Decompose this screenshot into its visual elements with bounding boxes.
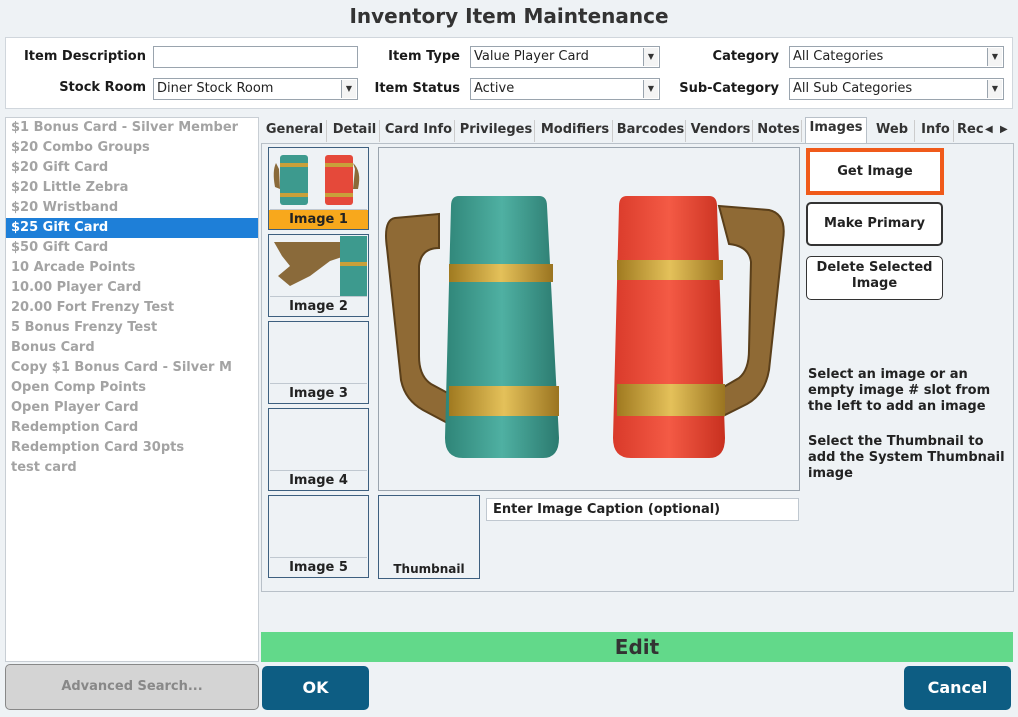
mug-pair-image <box>385 196 785 458</box>
image-slot-5-preview <box>270 497 367 558</box>
caption-input[interactable]: Enter Image Caption (optional) <box>486 498 799 521</box>
sub-category-value: All Sub Categories <box>793 81 913 96</box>
delete-selected-line-2: Image <box>851 276 898 291</box>
tab-bar: General Detail Card Info Privileges Modi… <box>263 117 1015 143</box>
tab-modifiers[interactable]: Modifiers <box>538 120 613 142</box>
list-item[interactable]: Open Comp Points <box>6 378 258 398</box>
image-slot-3-preview <box>270 323 367 384</box>
tab-vendors[interactable]: Vendors <box>689 120 753 142</box>
tab-detail[interactable]: Detail <box>330 120 380 142</box>
item-description-label: Item Description <box>23 49 146 64</box>
list-item[interactable]: Bonus Card <box>6 338 258 358</box>
list-item[interactable]: Redemption Card <box>6 418 258 438</box>
sub-category-label: Sub-Category <box>679 81 779 96</box>
item-status-label: Item Status <box>374 81 461 96</box>
list-item[interactable]: $1 Bonus Card - Silver Member <box>6 118 258 138</box>
image-slot-5[interactable]: Image 5 <box>268 495 369 578</box>
chevron-down-icon[interactable]: ▼ <box>341 80 356 98</box>
item-type-select[interactable]: Value Player Card ▼ <box>470 46 660 68</box>
item-status-value: Active <box>474 81 515 96</box>
tab-web[interactable]: Web <box>870 120 915 142</box>
chevron-down-icon[interactable]: ▼ <box>643 48 658 66</box>
page-title: Inventory Item Maintenance <box>349 4 669 28</box>
stock-room-select[interactable]: Diner Stock Room ▼ <box>153 78 358 100</box>
list-item[interactable]: Copy $1 Bonus Card - Silver M <box>6 358 258 378</box>
tab-general[interactable]: General <box>263 120 327 142</box>
filter-panel: Item Description Stock Room Diner Stock … <box>5 37 1013 109</box>
make-primary-button[interactable]: Make Primary <box>806 202 943 246</box>
list-item[interactable]: 10 Arcade Points <box>6 258 258 278</box>
image-slot-label: Image 5 <box>289 560 348 575</box>
category-select[interactable]: All Categories ▼ <box>789 46 1004 68</box>
triangle-right-icon[interactable]: ▶ <box>1000 124 1008 135</box>
tab-rec[interactable]: Rec <box>957 120 983 142</box>
item-status-select[interactable]: Active ▼ <box>470 78 660 100</box>
triangle-left-icon[interactable]: ◀ <box>985 124 993 135</box>
thumbnail-slot[interactable]: Thumbnail <box>378 495 480 579</box>
item-description-input[interactable] <box>153 46 358 68</box>
image-slot-3[interactable]: Image 3 <box>268 321 369 404</box>
image-slot-label: Image 3 <box>289 386 348 401</box>
advanced-search-button[interactable]: Advanced Search... <box>5 664 259 710</box>
tab-card-info[interactable]: Card Info <box>383 120 455 142</box>
stock-room-value: Diner Stock Room <box>157 81 274 96</box>
tab-privileges[interactable]: Privileges <box>458 120 535 142</box>
category-value: All Categories <box>793 49 884 64</box>
list-item-selected[interactable]: $25 Gift Card <box>6 218 258 238</box>
list-item[interactable]: $50 Gift Card <box>6 238 258 258</box>
image-preview <box>378 147 800 491</box>
chevron-down-icon[interactable]: ▼ <box>987 48 1002 66</box>
image-slot-label: Image 2 <box>289 299 348 314</box>
image-slot-label: Image 4 <box>289 473 348 488</box>
cancel-button[interactable]: Cancel <box>904 666 1011 710</box>
sub-category-select[interactable]: All Sub Categories ▼ <box>789 78 1004 100</box>
image-slot-label: Image 1 <box>269 210 368 229</box>
tab-info[interactable]: Info <box>918 120 954 142</box>
list-item[interactable]: 20.00 Fort Frenzy Test <box>6 298 258 318</box>
image-slot-2-preview <box>270 236 367 297</box>
delete-selected-line-1: Delete Selected <box>816 260 933 275</box>
image-slot-2[interactable]: Image 2 <box>268 234 369 317</box>
handle-thumbnail <box>274 236 367 296</box>
item-list[interactable]: $1 Bonus Card - Silver Member $20 Combo … <box>5 117 259 662</box>
thumbnail-label: Thumbnail <box>393 562 465 576</box>
list-item[interactable]: $20 Gift Card <box>6 158 258 178</box>
tab-barcodes[interactable]: Barcodes <box>616 120 686 142</box>
get-image-button[interactable]: Get Image <box>806 148 944 195</box>
list-item[interactable]: $20 Little Zebra <box>6 178 258 198</box>
image-slot-4[interactable]: Image 4 <box>268 408 369 491</box>
image-slot-1[interactable]: Image 1 <box>268 147 369 230</box>
tab-notes[interactable]: Notes <box>756 120 802 142</box>
help-text-add-image: Select an image or an empty image # slot… <box>808 367 991 414</box>
category-label: Category <box>712 49 779 64</box>
list-item[interactable]: test card <box>6 458 258 478</box>
chevron-down-icon[interactable]: ▼ <box>643 80 658 98</box>
tab-images[interactable]: Images <box>805 117 867 143</box>
item-type-label: Item Type <box>388 49 460 64</box>
item-type-value: Value Player Card <box>474 49 589 64</box>
stock-room-label: Stock Room <box>59 80 146 95</box>
image-slot-4-preview <box>270 410 367 471</box>
ok-button[interactable]: OK <box>262 666 369 710</box>
list-item[interactable]: Open Player Card <box>6 398 258 418</box>
list-item[interactable]: Redemption Card 30pts <box>6 438 258 458</box>
mug-pair-thumbnail <box>273 155 360 205</box>
delete-selected-image-button[interactable]: Delete Selected Image <box>806 256 943 300</box>
list-item[interactable]: 5 Bonus Frenzy Test <box>6 318 258 338</box>
list-item[interactable]: $20 Combo Groups <box>6 138 258 158</box>
image-slot-1-preview <box>270 149 367 210</box>
list-item[interactable]: $20 Wristband <box>6 198 258 218</box>
help-text-thumbnail: Select the Thumbnail to add the System T… <box>808 434 1005 481</box>
chevron-down-icon[interactable]: ▼ <box>987 80 1002 98</box>
mode-bar: Edit <box>261 632 1013 662</box>
list-item[interactable]: 10.00 Player Card <box>6 278 258 298</box>
